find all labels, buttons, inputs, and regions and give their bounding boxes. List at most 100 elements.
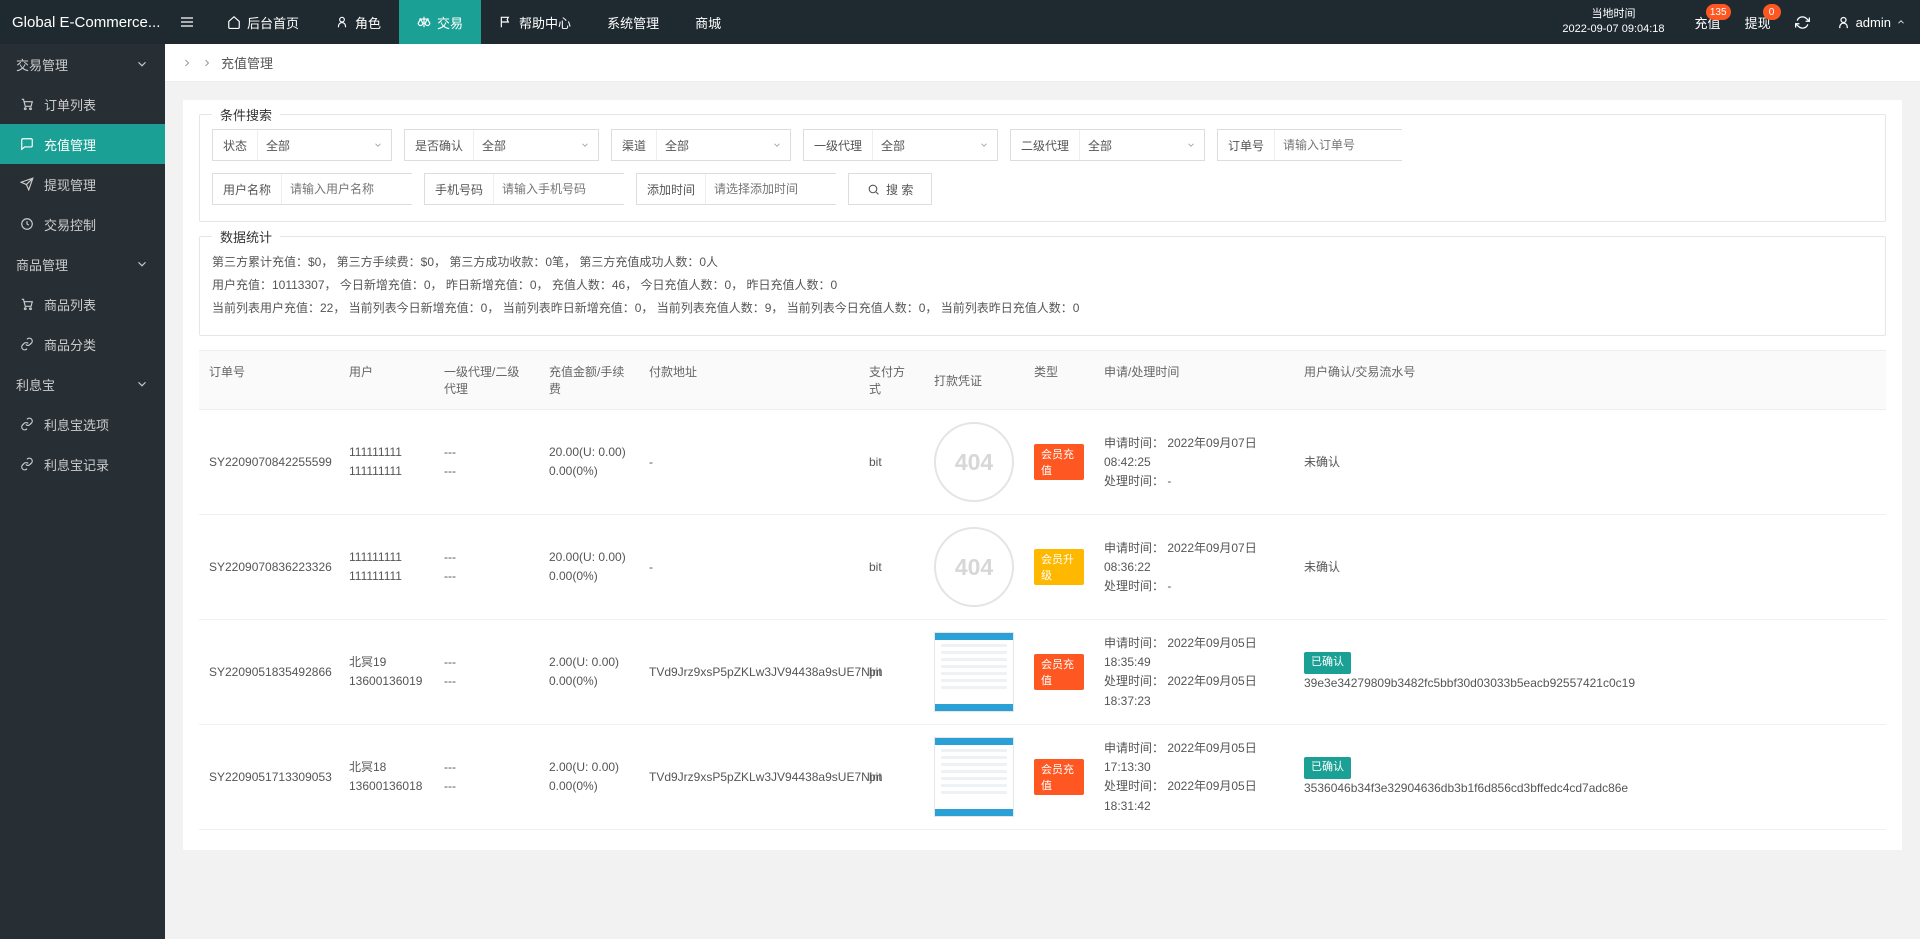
clock-icon bbox=[20, 217, 34, 231]
proof-404-icon: 404 bbox=[934, 527, 1014, 607]
cell-proof bbox=[924, 725, 1024, 829]
sidebar-item[interactable]: 商品分类 bbox=[0, 324, 165, 364]
cell-order: SY2209070842255599 bbox=[199, 441, 339, 484]
proof-thumbnail[interactable] bbox=[934, 737, 1014, 817]
username-field: 用户名称 bbox=[212, 173, 412, 205]
orderno-input[interactable] bbox=[1275, 130, 1446, 160]
search-button[interactable]: 搜 索 bbox=[848, 173, 932, 205]
cell-time: 申请时间： 2022年09月05日 18:35:49处理时间： 2022年09月… bbox=[1094, 622, 1294, 723]
cell-type: 会员充值 bbox=[1024, 432, 1094, 492]
orderno-field: 订单号 bbox=[1217, 129, 1402, 161]
cell-confirm: 未确认 bbox=[1294, 441, 1886, 484]
sidebar-item[interactable]: 利息宝记录 bbox=[0, 444, 165, 484]
chevron-down-icon bbox=[1186, 140, 1196, 150]
th-confirm: 用户确认/交易流水号 bbox=[1294, 351, 1886, 409]
recharge-badge: 135 bbox=[1706, 4, 1731, 20]
cell-user: 111111111111111111 bbox=[339, 536, 434, 598]
cell-agent: ------ bbox=[434, 536, 539, 598]
stats-fieldset: 数据统计 第三方累计充值：$0， 第三方手续费：$0， 第三方成功收款：0笔， … bbox=[199, 236, 1886, 336]
cell-type: 会员升级 bbox=[1024, 537, 1094, 597]
table-header: 订单号 用户 一级代理/二级代理 充值金额/手续费 付款地址 支付方式 打款凭证… bbox=[199, 350, 1886, 410]
cell-type: 会员充值 bbox=[1024, 642, 1094, 702]
cell-time: 申请时间： 2022年09月07日 08:36:22处理时间： - bbox=[1094, 527, 1294, 609]
cell-agent: ------ bbox=[434, 746, 539, 808]
agent2-select[interactable]: 二级代理 全部 bbox=[1010, 129, 1205, 161]
topnav-角色[interactable]: 角色 bbox=[317, 0, 399, 44]
topnav-后台首页[interactable]: 后台首页 bbox=[209, 0, 317, 44]
serial-number: 3536046b34f3e32904636db3b1f6d856cd3bffed… bbox=[1304, 779, 1876, 798]
cell-addr: - bbox=[639, 546, 859, 589]
cell-amount: 20.00(U: 0.00)0.00(0%) bbox=[539, 431, 639, 493]
type-tag: 会员升级 bbox=[1034, 549, 1084, 585]
sidebar-item[interactable]: 订单列表 bbox=[0, 84, 165, 124]
content-card: 条件搜索 状态 全部 是否确认 全部 渠道 全部 一级代理 全部 bbox=[183, 100, 1902, 850]
search-fieldset: 条件搜索 状态 全部 是否确认 全部 渠道 全部 一级代理 全部 bbox=[199, 114, 1886, 222]
confirm-text: 未确认 bbox=[1304, 455, 1340, 469]
topnav-系统管理[interactable]: 系统管理 bbox=[589, 0, 677, 44]
menu-parent[interactable]: 商品管理 bbox=[0, 244, 165, 284]
stats-line-1: 第三方累计充值：$0， 第三方手续费：$0， 第三方成功收款：0笔， 第三方充值… bbox=[212, 251, 1873, 274]
cell-pay: bit bbox=[859, 441, 924, 484]
menu-parent[interactable]: 交易管理 bbox=[0, 44, 165, 84]
chevron-down-icon bbox=[772, 140, 782, 150]
user-icon bbox=[1836, 15, 1851, 30]
confirm-tag: 已确认 bbox=[1304, 757, 1351, 779]
cell-user: 北冥1913600136019 bbox=[339, 641, 434, 703]
cell-pay: bit bbox=[859, 756, 924, 799]
main: 充值管理 条件搜索 状态 全部 是否确认 全部 渠道 全部 一级代理 bbox=[165, 44, 1920, 939]
table-row: SY2209051713309053北冥1813600136018------2… bbox=[199, 725, 1886, 830]
addtime-field[interactable]: 添加时间 bbox=[636, 173, 836, 205]
cell-addr: TVd9Jrz9xsP5pZKLw3JV94438a9sUE7Njm bbox=[639, 651, 859, 694]
cell-addr: TVd9Jrz9xsP5pZKLw3JV94438a9sUE7Njm bbox=[639, 756, 859, 799]
recharge-link[interactable]: 充值 135 bbox=[1683, 0, 1733, 44]
topnav-交易[interactable]: 交易 bbox=[399, 0, 481, 44]
link-icon bbox=[20, 337, 34, 351]
home-icon bbox=[227, 15, 241, 29]
cell-proof: 404 bbox=[924, 515, 1024, 619]
menu-parent[interactable]: 利息宝 bbox=[0, 364, 165, 404]
confirm-select[interactable]: 是否确认 全部 bbox=[404, 129, 599, 161]
chevron-down-icon bbox=[979, 140, 989, 150]
sidebar-item[interactable]: 利息宝选项 bbox=[0, 404, 165, 444]
sidebar-item[interactable]: 提现管理 bbox=[0, 164, 165, 204]
flag-icon bbox=[499, 15, 513, 29]
agent1-select[interactable]: 一级代理 全部 bbox=[803, 129, 998, 161]
menu-icon bbox=[179, 14, 195, 30]
type-tag: 会员充值 bbox=[1034, 759, 1084, 795]
th-proof: 打款凭证 bbox=[924, 351, 1024, 409]
cell-order: SY2209070836223326 bbox=[199, 546, 339, 589]
table-row: SY2209070836223326111111111111111111----… bbox=[199, 515, 1886, 620]
th-type: 类型 bbox=[1024, 351, 1094, 409]
topnav-帮助中心[interactable]: 帮助中心 bbox=[481, 0, 589, 44]
cell-agent: ------ bbox=[434, 431, 539, 493]
chat-icon bbox=[20, 137, 34, 151]
serial-number: 39e3e34279809b3482fc5bbf30d03033b5eacb92… bbox=[1304, 674, 1876, 693]
withdraw-link[interactable]: 提现 0 bbox=[1733, 0, 1783, 44]
channel-select[interactable]: 渠道 全部 bbox=[611, 129, 791, 161]
chevron-down-icon bbox=[135, 257, 149, 271]
sidebar-item[interactable]: 充值管理 bbox=[0, 124, 165, 164]
recharge-table: 订单号 用户 一级代理/二级代理 充值金额/手续费 付款地址 支付方式 打款凭证… bbox=[199, 350, 1886, 830]
chevron-down-icon bbox=[135, 377, 149, 391]
chevron-up-icon bbox=[1896, 17, 1906, 27]
cell-user: 北冥1813600136018 bbox=[339, 746, 434, 808]
proof-thumbnail[interactable] bbox=[934, 632, 1014, 712]
th-pay: 支付方式 bbox=[859, 351, 924, 409]
breadcrumb-current: 充值管理 bbox=[221, 53, 273, 72]
user-menu[interactable]: admin bbox=[1822, 0, 1920, 44]
sidebar-toggle[interactable] bbox=[165, 0, 209, 44]
status-select[interactable]: 状态 全部 bbox=[212, 129, 392, 161]
cell-type: 会员充值 bbox=[1024, 747, 1094, 807]
sidebar-item[interactable]: 商品列表 bbox=[0, 284, 165, 324]
sidebar-item[interactable]: 交易控制 bbox=[0, 204, 165, 244]
topnav-商城[interactable]: 商城 bbox=[677, 0, 739, 44]
withdraw-badge: 0 bbox=[1763, 4, 1781, 20]
th-addr: 付款地址 bbox=[639, 351, 859, 409]
scale-icon bbox=[417, 15, 431, 29]
cell-pay: bit bbox=[859, 651, 924, 694]
phone-field: 手机号码 bbox=[424, 173, 624, 205]
refresh-button[interactable] bbox=[1783, 0, 1822, 44]
cell-proof bbox=[924, 620, 1024, 724]
search-legend: 条件搜索 bbox=[212, 105, 280, 124]
cell-user: 111111111111111111 bbox=[339, 431, 434, 493]
